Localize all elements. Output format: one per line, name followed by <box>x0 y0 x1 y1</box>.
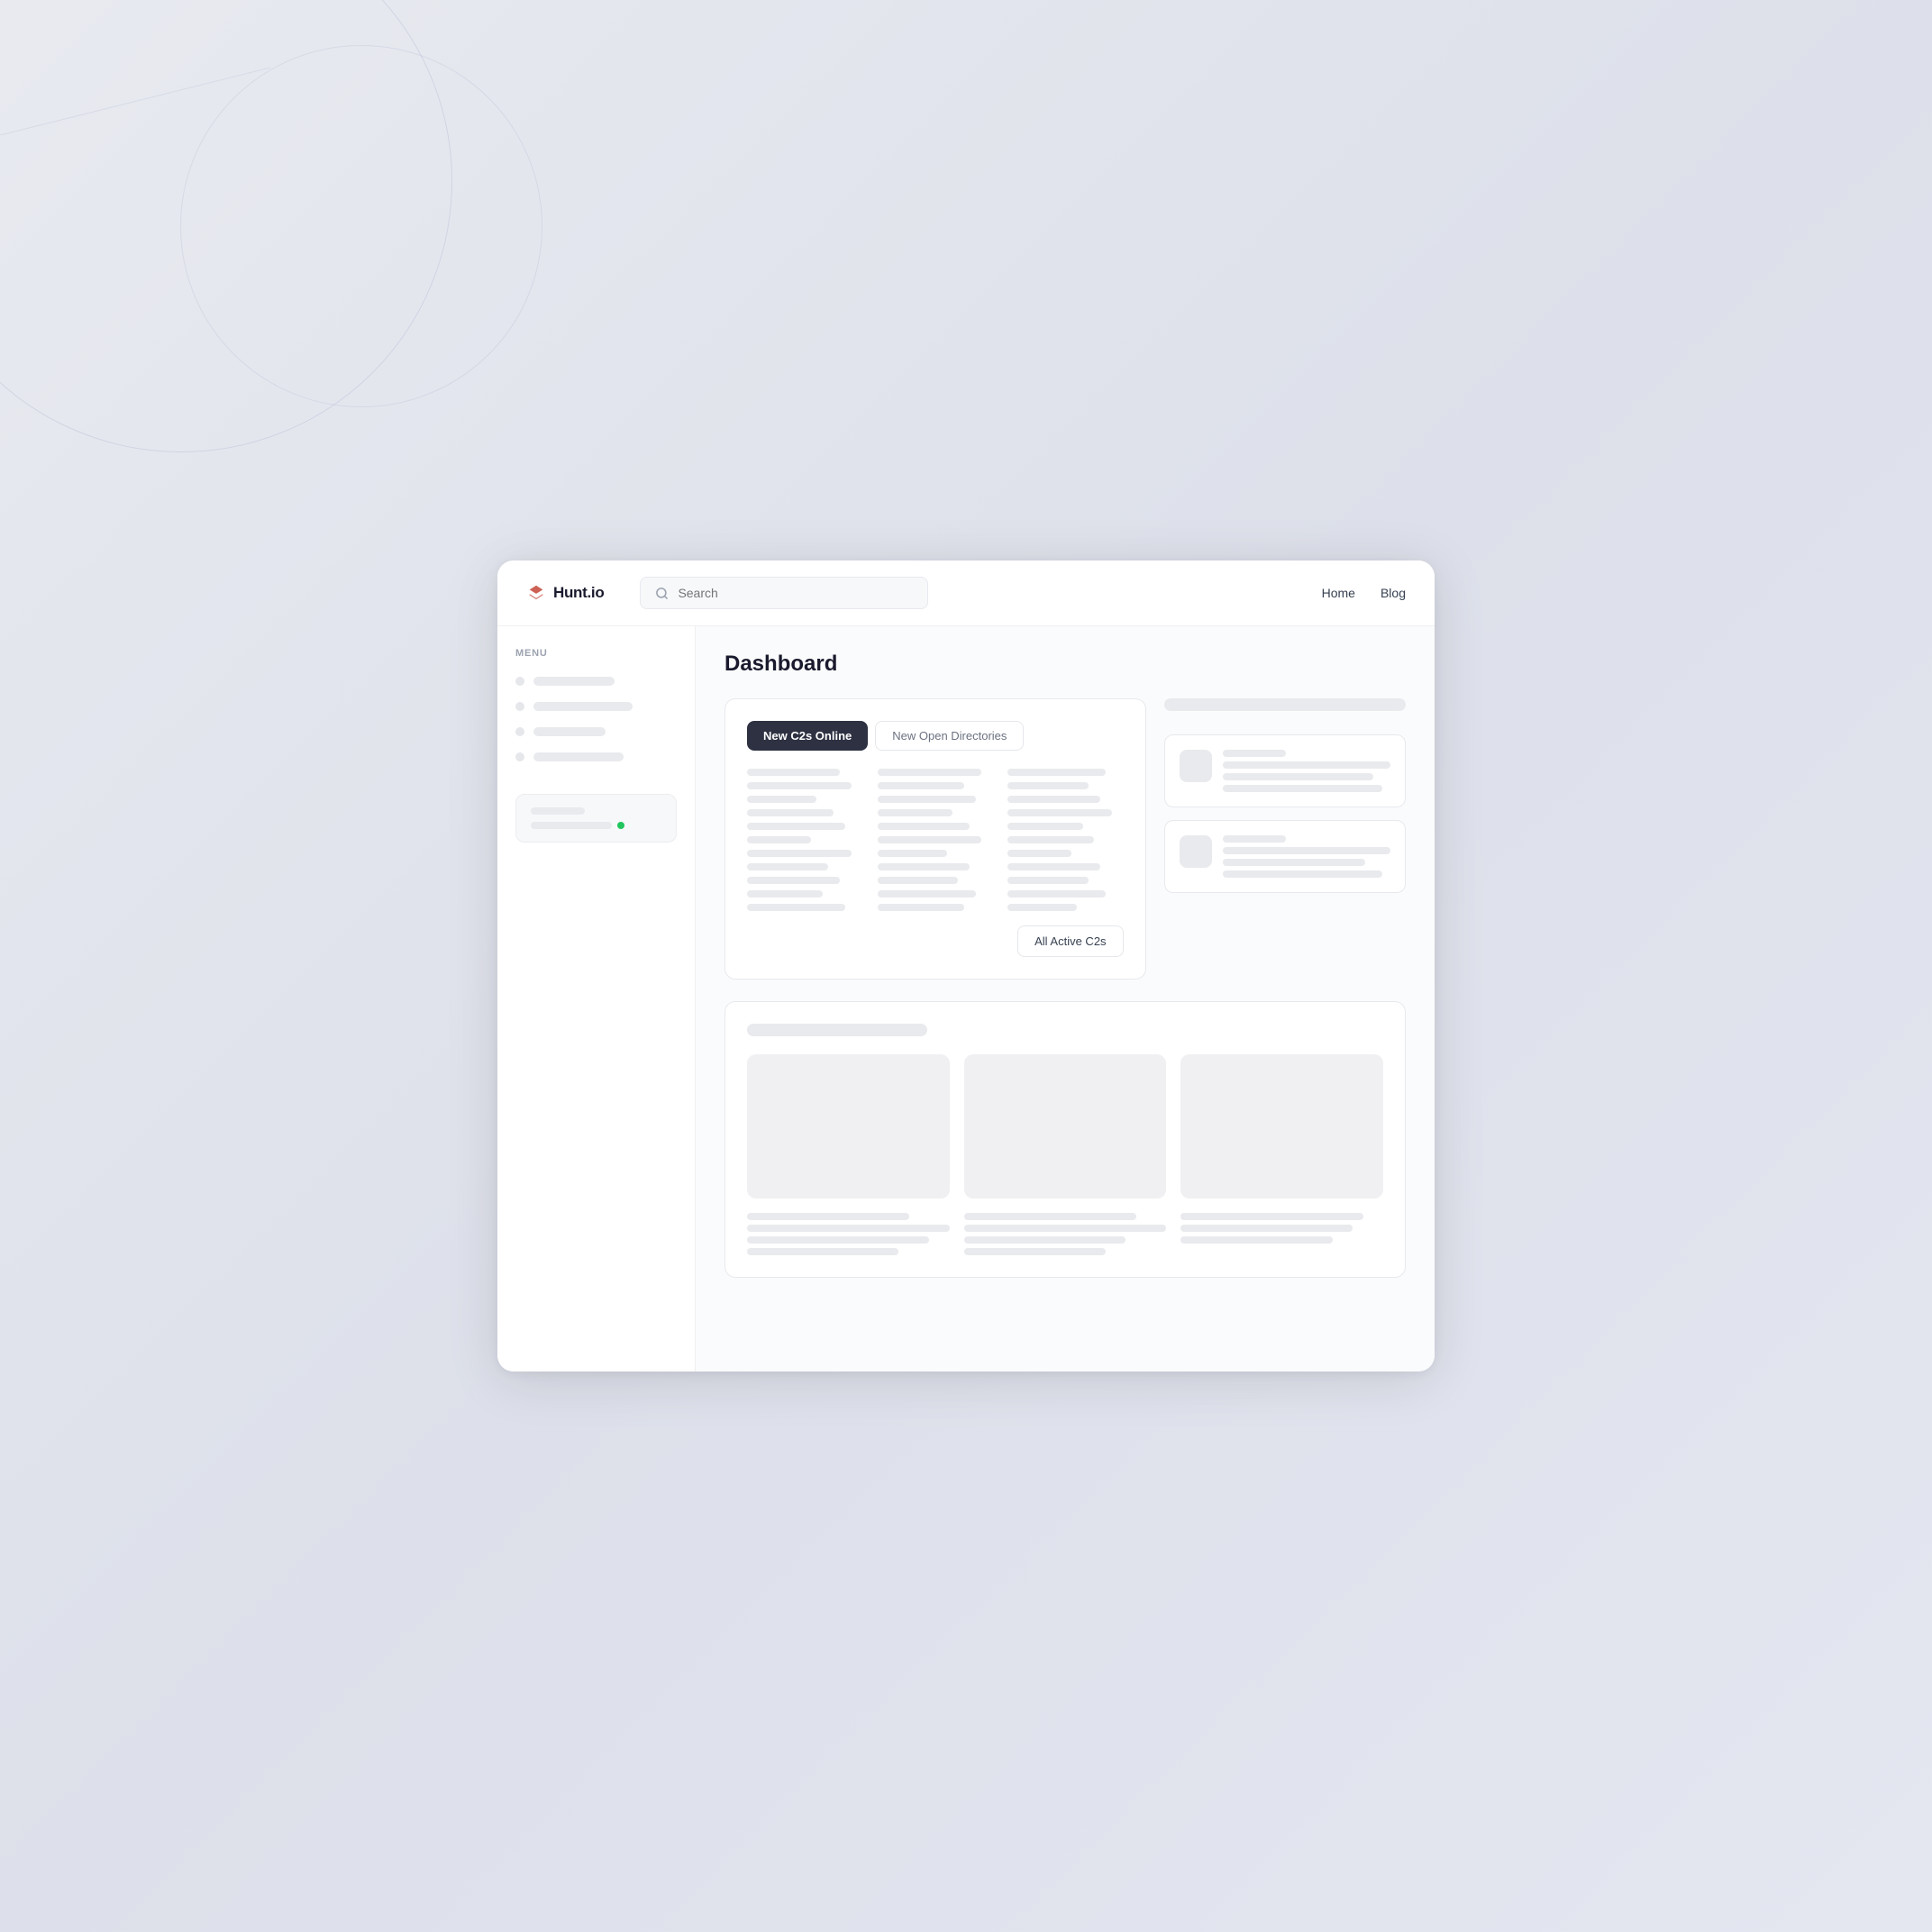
cards-row: New C2s Online New Open Directories <box>724 698 1406 980</box>
sk <box>747 1225 950 1232</box>
logo-text: Hunt.io <box>553 584 604 602</box>
logo[interactable]: Hunt.io <box>526 583 604 603</box>
small-card-2 <box>1164 820 1406 893</box>
sidebar-items <box>515 673 677 765</box>
sk <box>747 1213 909 1220</box>
user-card-detail <box>531 822 612 829</box>
small-card-body-1 <box>1223 750 1390 792</box>
page-title: Dashboard <box>724 652 1406 677</box>
text-col-1 <box>747 1213 950 1255</box>
text-lines-group <box>747 1213 1383 1255</box>
sk <box>747 1236 929 1244</box>
sidebar-item-label <box>533 727 606 736</box>
c2s-table <box>747 769 1124 911</box>
sidebar-item[interactable] <box>515 724 677 740</box>
right-cards <box>1164 698 1406 980</box>
image-card-3 <box>1180 1054 1383 1198</box>
hunt-io-icon <box>526 583 546 603</box>
header: Hunt.io Home Blog <box>497 560 1435 626</box>
small-card-icon-2 <box>1180 835 1212 868</box>
sk <box>1180 1213 1362 1220</box>
sidebar-dot <box>515 677 524 686</box>
section-title-skeleton <box>747 1024 927 1036</box>
search-icon <box>655 587 669 600</box>
sk <box>964 1236 1126 1244</box>
layout: Menu <box>497 626 1435 1372</box>
text-col-2 <box>964 1213 1167 1255</box>
sidebar-item-label <box>533 677 615 686</box>
sidebar-dot <box>515 702 524 711</box>
table-col-2 <box>878 769 994 911</box>
user-card-name <box>531 807 585 815</box>
nav-home[interactable]: Home <box>1322 586 1355 600</box>
sk <box>1223 761 1390 769</box>
sk <box>1223 785 1382 792</box>
sk <box>1223 859 1365 866</box>
small-card-body-2 <box>1223 835 1390 878</box>
user-status-dot <box>617 822 624 829</box>
sidebar-dot <box>515 752 524 761</box>
small-card-1 <box>1164 734 1406 807</box>
c2s-card: New C2s Online New Open Directories <box>724 698 1146 980</box>
sk <box>964 1213 1136 1220</box>
sidebar-user-card <box>515 794 677 843</box>
sidebar-item[interactable] <box>515 673 677 689</box>
image-cards-row <box>747 1054 1383 1198</box>
table-col-1 <box>747 769 863 911</box>
sk <box>1223 870 1382 878</box>
sidebar: Menu <box>497 626 696 1372</box>
search-bar <box>640 577 928 609</box>
all-active-row: All Active C2s <box>747 925 1124 957</box>
sk <box>1223 847 1390 854</box>
tabs-row: New C2s Online New Open Directories <box>747 721 1124 751</box>
bottom-section <box>724 1001 1406 1278</box>
sk <box>1223 773 1374 780</box>
table-col-3 <box>1007 769 1124 911</box>
user-card-status-row <box>531 822 661 829</box>
text-col-3 <box>1180 1213 1383 1255</box>
sidebar-item-label <box>533 752 624 761</box>
image-card-2 <box>964 1054 1167 1198</box>
all-active-c2s-button[interactable]: All Active C2s <box>1017 925 1123 957</box>
image-card-1 <box>747 1054 950 1198</box>
sidebar-item-label <box>533 702 633 711</box>
sk <box>1180 1225 1353 1232</box>
small-card-icon-1 <box>1180 750 1212 782</box>
sk <box>747 1248 898 1255</box>
nav-blog[interactable]: Blog <box>1381 586 1406 600</box>
sidebar-item[interactable] <box>515 749 677 765</box>
menu-label: Menu <box>515 648 677 659</box>
tab-new-open-directories[interactable]: New Open Directories <box>875 721 1024 751</box>
right-top-skeleton <box>1164 698 1406 711</box>
sk <box>964 1248 1106 1255</box>
tab-new-c2s-online[interactable]: New C2s Online <box>747 721 868 751</box>
sk <box>964 1225 1167 1232</box>
sidebar-dot <box>515 727 524 736</box>
main-content: Dashboard New C2s Online New Open Direct… <box>696 626 1435 1372</box>
sk <box>1223 835 1286 843</box>
sk <box>1223 750 1286 757</box>
search-input[interactable] <box>678 586 913 600</box>
sidebar-item[interactable] <box>515 698 677 715</box>
app-window: Hunt.io Home Blog Menu <box>497 560 1435 1372</box>
header-nav: Home Blog <box>1322 586 1406 600</box>
sk <box>1180 1236 1333 1244</box>
